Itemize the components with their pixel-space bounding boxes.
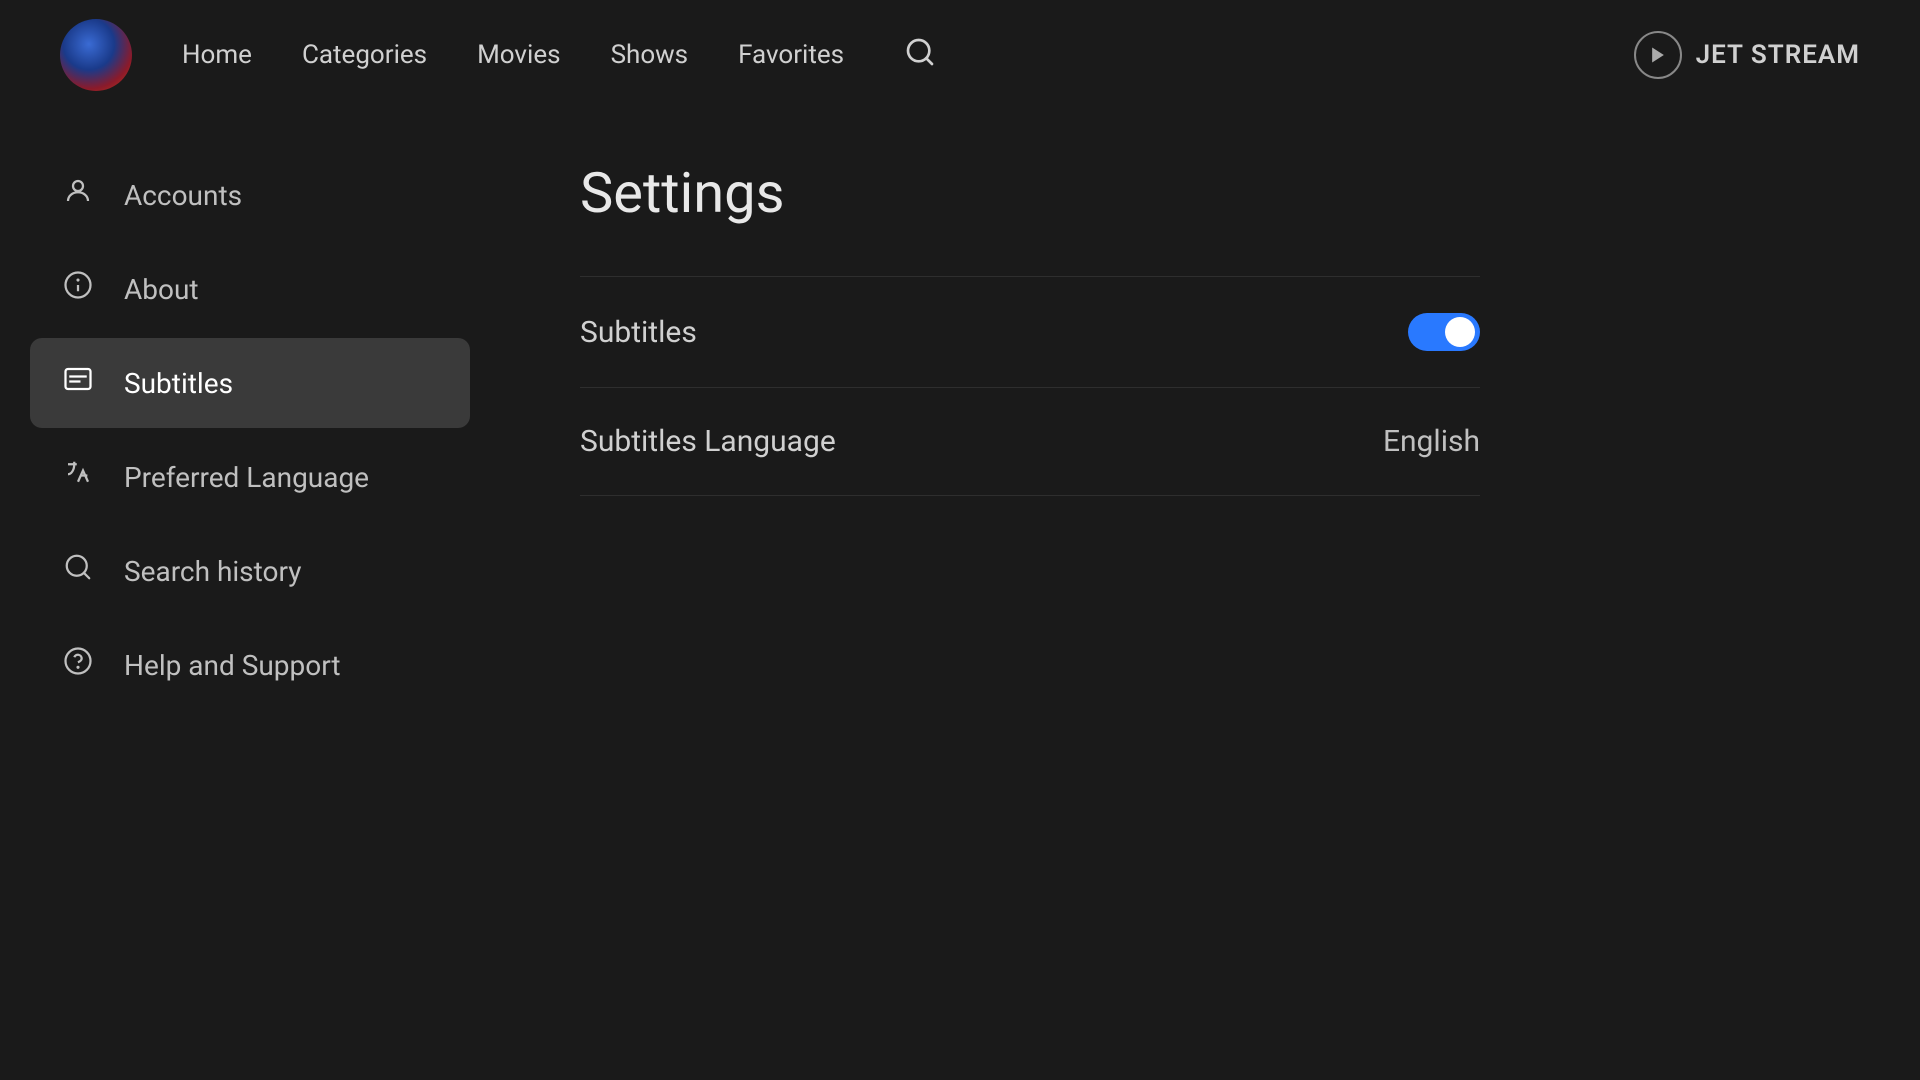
- sidebar-label-help-support: Help and Support: [124, 649, 341, 682]
- toggle-thumb: [1445, 317, 1475, 347]
- user-avatar[interactable]: [60, 19, 132, 91]
- sidebar-item-search-history[interactable]: Search history: [30, 526, 470, 616]
- brand-play-icon: [1634, 31, 1682, 79]
- sidebar-label-preferred-language: Preferred Language: [124, 461, 369, 494]
- main-layout: Accounts About Subtitles: [0, 110, 1920, 1080]
- sidebar-label-search-history: Search history: [124, 555, 301, 588]
- settings-list: Subtitles Subtitles Language English: [580, 276, 1480, 496]
- brand-name: JET STREAM: [1696, 40, 1860, 70]
- subtitles-language-value: English: [1383, 424, 1480, 459]
- person-icon: [60, 176, 96, 214]
- translate-icon: [60, 458, 96, 496]
- sidebar-item-help-support[interactable]: Help and Support: [30, 620, 470, 710]
- settings-title: Settings: [580, 160, 1840, 226]
- sidebar-item-accounts[interactable]: Accounts: [30, 150, 470, 240]
- sidebar-item-subtitles[interactable]: Subtitles: [30, 338, 470, 428]
- nav-shows[interactable]: Shows: [611, 40, 689, 70]
- main-nav: Home Categories Movies Shows Favorites: [182, 36, 1634, 75]
- info-icon: [60, 270, 96, 308]
- subtitles-label: Subtitles: [580, 315, 697, 350]
- brand-logo: JET STREAM: [1634, 31, 1860, 79]
- nav-favorites[interactable]: Favorites: [738, 40, 844, 70]
- search-history-icon: [60, 552, 96, 590]
- sidebar-item-about[interactable]: About: [30, 244, 470, 334]
- settings-content: Settings Subtitles Subtitles Language En…: [500, 110, 1920, 1080]
- settings-row-subtitles-language[interactable]: Subtitles Language English: [580, 388, 1480, 496]
- sidebar-label-about: About: [124, 273, 199, 306]
- settings-row-subtitles: Subtitles: [580, 276, 1480, 388]
- subtitles-icon: [60, 364, 96, 402]
- sidebar-item-preferred-language[interactable]: Preferred Language: [30, 432, 470, 522]
- nav-home[interactable]: Home: [182, 40, 252, 70]
- sidebar-label-subtitles: Subtitles: [124, 367, 233, 400]
- help-icon: [60, 646, 96, 684]
- nav-categories[interactable]: Categories: [302, 40, 427, 70]
- subtitles-language-label: Subtitles Language: [580, 424, 836, 459]
- header: Home Categories Movies Shows Favorites J…: [0, 0, 1920, 110]
- sidebar-label-accounts: Accounts: [124, 179, 242, 212]
- subtitles-toggle[interactable]: [1408, 313, 1480, 351]
- search-button[interactable]: [904, 36, 936, 75]
- toggle-track: [1408, 313, 1480, 351]
- sidebar: Accounts About Subtitles: [0, 110, 500, 1080]
- nav-movies[interactable]: Movies: [477, 40, 560, 70]
